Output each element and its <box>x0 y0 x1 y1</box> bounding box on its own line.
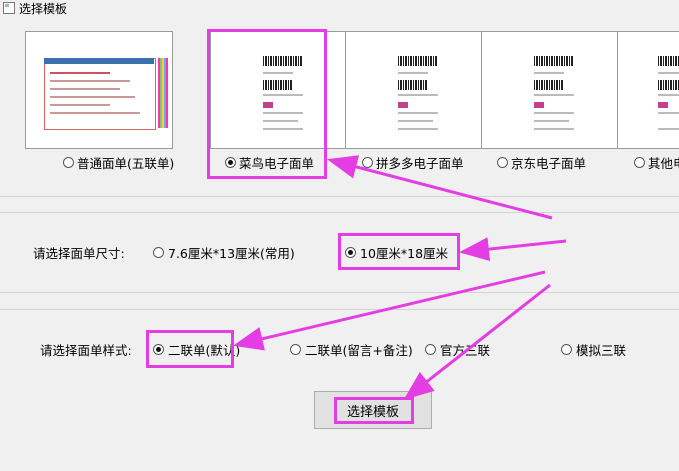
template-radio-pinduoduo[interactable]: 拼多多电子面单 <box>362 153 464 171</box>
arrow-to-size <box>459 237 567 262</box>
style-option-two-part-notes[interactable]: 二联单(留言+备注) <box>290 340 413 359</box>
radio-icon <box>561 344 572 355</box>
select-template-button[interactable]: 选择模板 <box>314 391 432 429</box>
style-option-official-three-part[interactable]: 官方三联 <box>425 340 490 359</box>
radio-icon <box>497 156 508 168</box>
template-radio-other[interactable]: 其他电 <box>634 153 679 171</box>
template-thumbnail-ordinary[interactable] <box>25 31 173 149</box>
separator <box>0 212 679 213</box>
template-thumbnail-pinduoduo[interactable] <box>345 31 493 149</box>
window-title-bar: 选择模板 <box>0 0 67 16</box>
separator <box>0 292 679 293</box>
template-thumbnail-cainiao[interactable] <box>210 31 358 149</box>
radio-selected-icon <box>225 156 236 168</box>
separator <box>0 196 679 197</box>
radio-icon <box>634 156 645 168</box>
template-radio-cainiao[interactable]: 菜鸟电子面单 <box>225 153 314 171</box>
template-thumbnail-jd[interactable] <box>481 31 629 149</box>
style-label: 请选择面单样式: <box>40 343 132 358</box>
size-label: 请选择面单尺寸: <box>33 246 125 261</box>
style-option-two-part-default[interactable]: 二联单(默认) <box>153 340 240 359</box>
radio-icon <box>425 344 436 355</box>
radio-icon <box>63 156 74 168</box>
radio-icon <box>153 247 164 258</box>
template-radio-jd[interactable]: 京东电子面单 <box>497 153 586 171</box>
window-icon <box>3 2 15 14</box>
size-option-10x18[interactable]: 10厘米*18厘米 <box>345 243 448 262</box>
template-thumbnail-other[interactable] <box>617 31 679 149</box>
template-radio-ordinary[interactable]: 普通面单(五联单) <box>63 153 174 171</box>
radio-icon <box>290 344 301 355</box>
style-option-simulated-three-part[interactable]: 模拟三联 <box>561 340 626 359</box>
separator <box>0 309 679 310</box>
window-title: 选择模板 <box>19 1 68 16</box>
radio-icon <box>362 156 373 168</box>
radio-selected-icon <box>153 344 164 355</box>
size-option-76x13[interactable]: 7.6厘米*13厘米(常用) <box>153 243 295 262</box>
radio-selected-icon <box>345 247 356 258</box>
